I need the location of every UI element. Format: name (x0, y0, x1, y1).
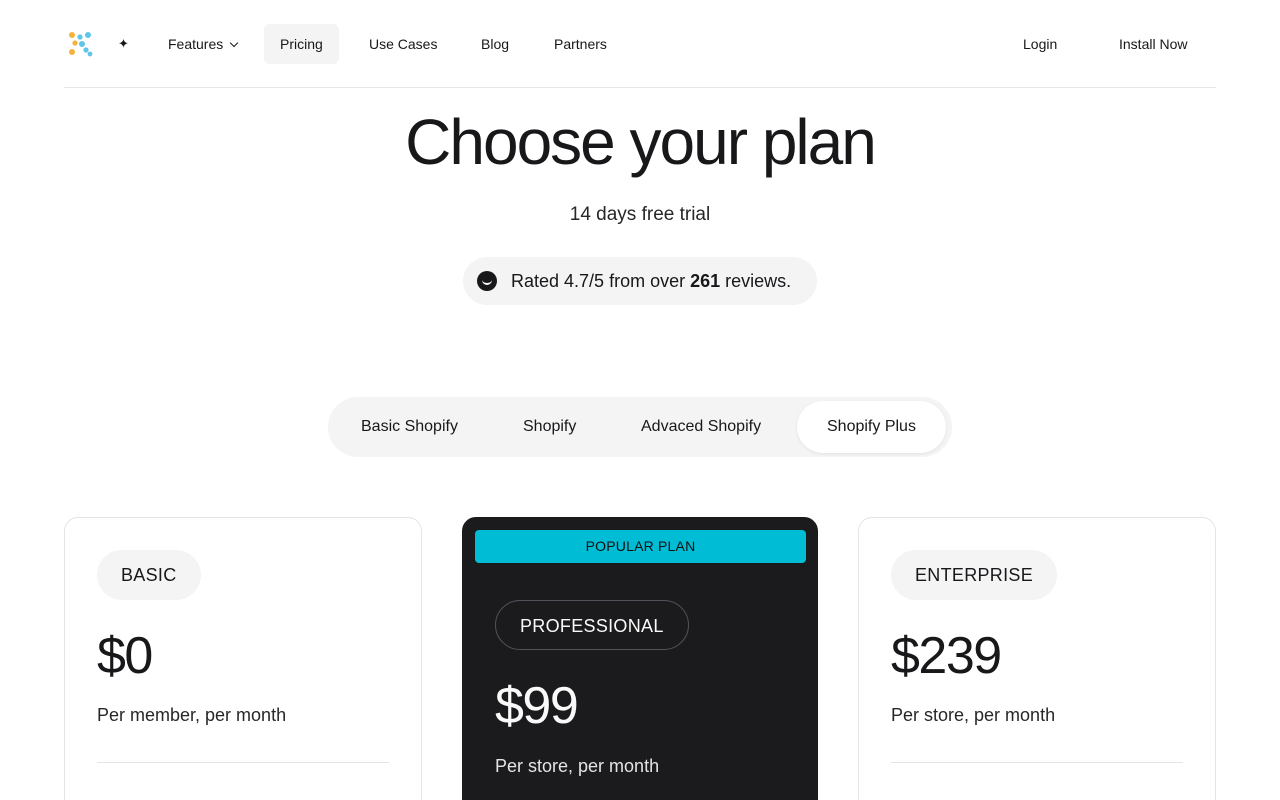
plan-price: $0 (97, 627, 153, 685)
plan-period: Per member, per month (97, 705, 287, 725)
install-now-button[interactable]: Install Now (1103, 24, 1203, 64)
divider (97, 762, 389, 763)
tab-shopify-plus[interactable]: Shopify Plus (797, 401, 946, 453)
tab-advanced-shopify[interactable]: Advaced Shopify (611, 401, 791, 453)
logo-icon[interactable] (66, 30, 94, 58)
plan-name: PROFESSIONAL (495, 600, 689, 650)
tab-label: Advaced Shopify (641, 418, 762, 435)
top-navigation: ✦ Features Pricing Use Cases Blog Partne… (64, 0, 1216, 88)
nav-item-pricing[interactable]: Pricing (264, 24, 339, 64)
nav-item-features[interactable]: Features (152, 24, 253, 64)
nav-item-label: Partners (554, 36, 607, 52)
plan-period: Per store, per month (891, 705, 1056, 725)
divider (891, 762, 1183, 763)
page-title: Choose your plan (405, 106, 877, 178)
rating-prefix: Rated 4.7/5 from over (511, 270, 686, 291)
plan-price: $99 (495, 677, 579, 735)
plan-card-professional: POPULAR PLAN PROFESSIONAL $99 Per store,… (462, 517, 818, 800)
tab-label: Shopify Plus (827, 418, 916, 435)
plan-period: Per store, per month (495, 756, 660, 776)
rating-suffix: reviews. (725, 270, 792, 291)
tab-shopify[interactable]: Shopify (493, 401, 606, 453)
chevron-down-icon (230, 38, 239, 48)
login-button[interactable]: Login (1007, 24, 1073, 64)
nav-item-label: Pricing (280, 36, 323, 52)
nav-item-blog[interactable]: Blog (465, 24, 525, 64)
smiley-icon (477, 271, 497, 291)
login-label: Login (1023, 36, 1058, 52)
plan-price: $239 (891, 627, 1002, 685)
nav-item-partners[interactable]: Partners (538, 24, 623, 64)
plan-name: ENTERPRISE (891, 550, 1058, 600)
plan-card-basic: BASIC $0 Per member, per month (64, 517, 422, 800)
trial-subtitle: 14 days free trial (569, 204, 711, 225)
tab-label: Shopify (523, 418, 577, 435)
shopify-plan-tabs: Basic Shopify Shopify Advaced Shopify Sh… (328, 397, 952, 457)
plan-card-enterprise: ENTERPRISE $239 Per store, per month (858, 517, 1216, 800)
review-count: 261 (690, 270, 721, 291)
tab-basic-shopify[interactable]: Basic Shopify (331, 401, 488, 453)
nav-item-label: Use Cases (369, 36, 438, 52)
plan-name: BASIC (97, 550, 201, 600)
nav-item-label: Blog (481, 36, 510, 52)
nav-item-label: Features (168, 36, 224, 52)
sparkle-icon[interactable]: ✦ (118, 34, 129, 54)
popular-plan-banner: POPULAR PLAN (475, 530, 806, 563)
rating-badge: Rated 4.7/5 from over 261 reviews. (463, 257, 817, 305)
install-now-label: Install Now (1119, 36, 1188, 52)
tab-label: Basic Shopify (361, 418, 458, 435)
nav-item-use-cases[interactable]: Use Cases (353, 24, 453, 64)
